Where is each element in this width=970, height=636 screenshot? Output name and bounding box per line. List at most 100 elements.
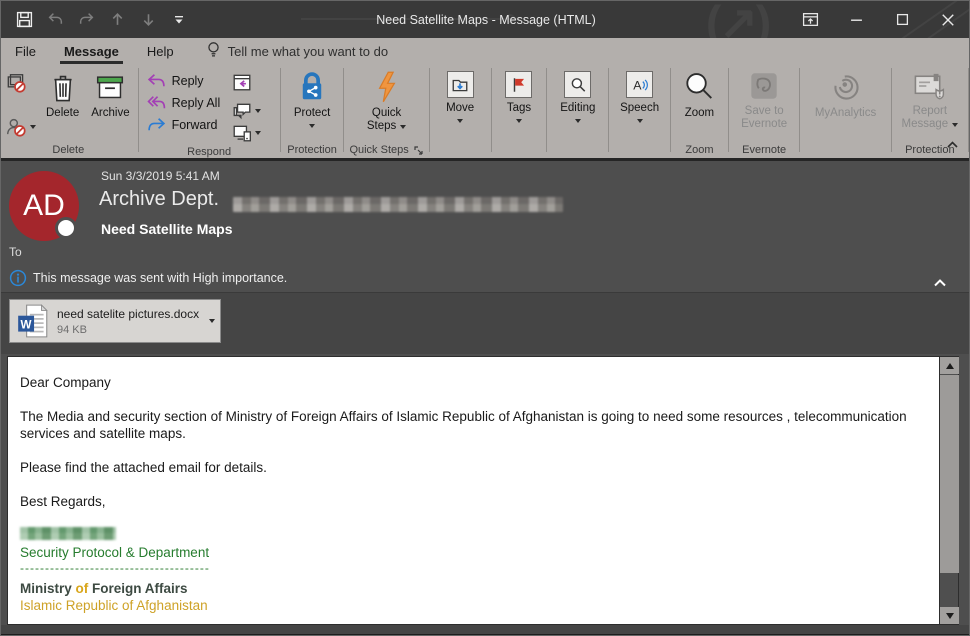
svg-text:W: W [21, 318, 32, 331]
reply-button[interactable]: Reply [147, 73, 221, 88]
tell-me-box[interactable]: Tell me what you want to do [206, 41, 388, 61]
tab-help[interactable]: Help [133, 38, 188, 64]
group-separator [968, 68, 969, 152]
signature-block: Security Protocol & Department ---------… [20, 527, 926, 614]
zoom-button[interactable]: Zoom [677, 69, 721, 120]
forward-button[interactable]: Forward [147, 117, 221, 132]
attachment-filename: need satelite pictures.docx [57, 307, 199, 321]
tags-button[interactable]: Tags [499, 69, 538, 123]
save-to-evernote-button[interactable]: Save to Evernote [735, 69, 793, 131]
message-body-text[interactable]: Dear Company The Media and security sect… [8, 357, 938, 624]
group-editing: Editing [549, 64, 606, 158]
group-label-respond: Respond [141, 145, 278, 158]
quick-steps-button[interactable]: Quick Steps [361, 69, 412, 133]
group-protection: Protect Protection [283, 64, 342, 158]
archive-button[interactable]: Archive [85, 69, 135, 120]
device-icon[interactable] [232, 124, 261, 142]
editing-icon [564, 71, 591, 98]
group-delete: Delete Archive Delete [1, 64, 136, 158]
quick-steps-dialog-launcher-icon[interactable] [413, 145, 424, 156]
group-quick-steps: Quick Steps Quick Steps [346, 64, 426, 158]
lightbulb-icon [206, 41, 221, 61]
group-label-zoom: Zoom [673, 142, 726, 158]
minimize-button[interactable] [833, 1, 879, 38]
signature-department: Security Protocol & Department [20, 544, 926, 561]
tags-caret [516, 119, 522, 123]
tab-message[interactable]: Message [50, 38, 133, 64]
attachment-size: 94 KB [57, 324, 199, 336]
meeting-icon[interactable] [232, 72, 261, 97]
importance-notice: This message was sent with High importan… [33, 271, 287, 285]
group-label-evernote: Evernote [731, 142, 798, 158]
move-down-icon [139, 11, 157, 29]
group-zoom: Zoom Zoom [673, 64, 726, 158]
group-speech: A Speech [611, 64, 668, 158]
speech-button[interactable]: A Speech [614, 69, 665, 123]
protect-button[interactable]: Protect [288, 69, 336, 128]
move-up-icon [108, 11, 126, 29]
quick-access-toolbar [15, 1, 188, 38]
close-button[interactable] [925, 1, 970, 38]
group-label-delete: Delete [1, 142, 136, 158]
vertical-scrollbar[interactable] [939, 357, 958, 624]
report-message-caret [952, 123, 958, 127]
message-body: Dear Company The Media and security sect… [7, 356, 959, 625]
group-separator [728, 68, 729, 152]
group-separator [491, 68, 492, 152]
group-separator [138, 68, 139, 152]
window-controls [787, 1, 970, 38]
attachment-chip[interactable]: W need satelite pictures.docx 94 KB [9, 299, 221, 343]
move-button[interactable]: Move [440, 69, 480, 123]
scrollbar-down-button[interactable] [940, 607, 959, 624]
sender-name[interactable]: Archive Dept. [99, 188, 219, 211]
attachment-bar: W need satelite pictures.docx 94 KB [1, 292, 970, 354]
group-label-protection: Protection [283, 142, 342, 158]
group-move: Move [432, 64, 489, 158]
attachment-dropdown-caret[interactable] [209, 319, 215, 323]
tell-me-label: Tell me what you want to do [228, 44, 388, 59]
group-evernote: Save to Evernote Evernote [731, 64, 798, 158]
scrollbar-up-button[interactable] [940, 357, 959, 374]
tab-file[interactable]: File [1, 38, 50, 64]
watermark-node [506, 14, 515, 23]
scrollbar-thumb[interactable] [940, 375, 959, 573]
ignore-icon[interactable] [5, 72, 36, 99]
signature-country: Islamic Republic of Afghanistan [20, 597, 926, 614]
maximize-button[interactable] [879, 1, 925, 38]
save-icon[interactable] [15, 11, 33, 29]
signature-name-redacted [20, 527, 116, 540]
sender-email-redacted [233, 197, 563, 212]
signature-ministry: Ministry of Foreign Affairs [20, 580, 926, 597]
report-message-button[interactable]: Report Message [896, 69, 965, 131]
editing-caret [575, 119, 581, 123]
outlook-message-window: (↗) Need Satellite Maps - [0, 0, 970, 636]
group-separator [670, 68, 671, 152]
myanalytics-button[interactable]: MyAnalytics [809, 69, 882, 120]
redo-icon [77, 11, 95, 29]
body-paragraph: The Media and security section of Minist… [20, 408, 926, 442]
collapse-header-icon[interactable] [933, 274, 945, 282]
to-label: To [9, 245, 22, 259]
delete-button[interactable]: Delete [40, 69, 85, 120]
im-icon[interactable] [232, 102, 261, 120]
group-separator [891, 68, 892, 152]
junk-icon[interactable] [5, 116, 36, 138]
watermark-line [301, 18, 521, 20]
reply-all-button[interactable]: Reply All [147, 95, 221, 110]
ribbon-display-options-icon[interactable] [787, 1, 833, 38]
group-separator [343, 68, 344, 152]
collapse-ribbon-icon[interactable] [946, 136, 959, 154]
ribbon-tabs: File Message Help Tell me what you want … [1, 38, 970, 64]
info-icon [9, 269, 27, 287]
ribbon: Delete Archive Delete Reply [1, 64, 970, 161]
group-respond: Reply Reply All Forward [141, 64, 278, 158]
group-separator [429, 68, 430, 152]
move-caret [457, 119, 463, 123]
editing-button[interactable]: Editing [554, 69, 601, 123]
group-separator [608, 68, 609, 152]
customize-qat-icon[interactable] [170, 11, 188, 29]
quick-steps-caret [400, 125, 406, 129]
word-document-icon: W [17, 303, 49, 339]
group-separator [280, 68, 281, 152]
sent-date: Sun 3/3/2019 5:41 AM [101, 169, 220, 183]
